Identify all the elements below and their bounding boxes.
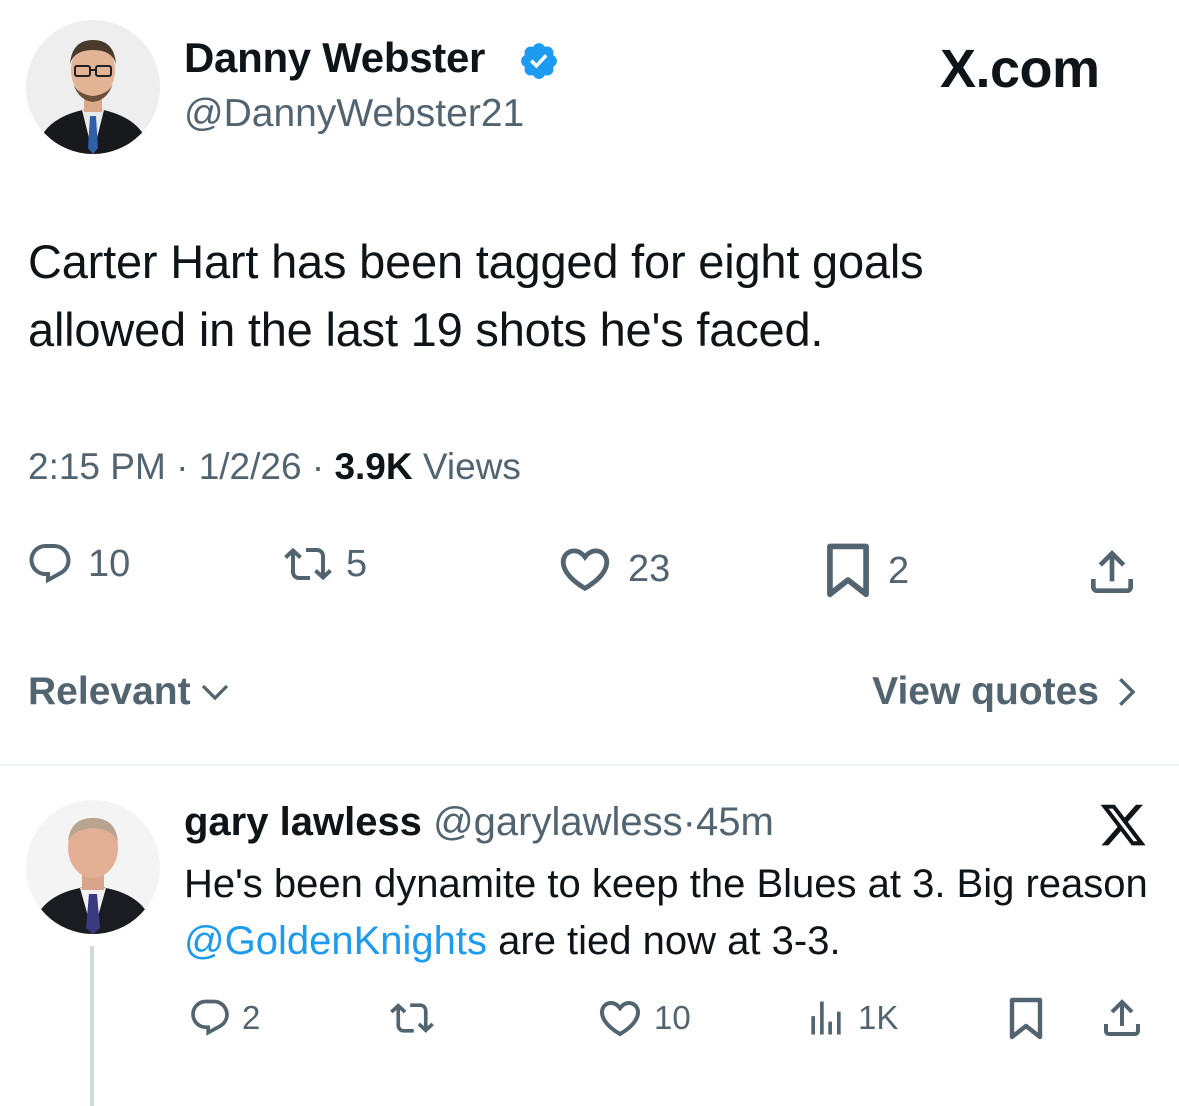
tweet-text-line: allowed in the last 19 shots he's faced. (28, 303, 824, 356)
reply-author-name[interactable]: gary lawless (184, 800, 422, 844)
reply-age[interactable]: 45m (696, 800, 774, 844)
repost-count: 5 (346, 542, 368, 585)
reply-bookmark-button[interactable] (1006, 994, 1046, 1044)
bookmark-button[interactable]: 2 (822, 540, 909, 602)
share-icon (1104, 999, 1140, 1036)
reply-reply-count: 2 (242, 999, 261, 1036)
reply-icon (191, 999, 229, 1036)
chevron-right-icon (1119, 678, 1136, 706)
view-quotes-link[interactable]: View quotes (872, 670, 1143, 714)
verified-badge-icon (518, 40, 560, 82)
reply-text: He's been dynamite to keep the Blues at … (184, 856, 1154, 970)
bookmark-icon (1009, 997, 1043, 1040)
reply-share-button[interactable] (1098, 994, 1146, 1042)
share-button[interactable] (1084, 544, 1140, 600)
like-icon (560, 548, 610, 592)
like-count: 23 (628, 547, 671, 590)
reply-icon (29, 544, 71, 584)
reply-reply-button[interactable]: 2 (188, 996, 260, 1040)
repost-icon (390, 1003, 434, 1033)
reply-text-part: He's been dynamite to keep the Blues at … (184, 862, 1148, 906)
reply-like-button[interactable]: 10 (596, 994, 691, 1042)
bookmark-count: 2 (888, 549, 910, 592)
like-button[interactable]: 23 (556, 540, 670, 598)
view-quotes-label: View quotes (872, 670, 1099, 713)
bookmark-icon (827, 543, 869, 598)
separator: · (176, 446, 189, 487)
reply-repost-button[interactable] (390, 996, 434, 1040)
sort-dropdown[interactable]: Relevant (28, 670, 233, 714)
repost-button[interactable]: 5 (284, 540, 367, 588)
thread-line (90, 946, 94, 1106)
reply-header: gary lawless @garylawless·45m (184, 800, 774, 845)
author-handle[interactable]: @DannyWebster21 (184, 92, 524, 136)
tweet-date[interactable]: 1/2/26 (199, 446, 302, 487)
tweet-time[interactable]: 2:15 PM (28, 446, 166, 487)
reply-like-count: 10 (654, 999, 691, 1036)
views-icon (811, 1001, 841, 1035)
reply-text-part: are tied now at 3-3. (487, 919, 841, 963)
share-icon (1091, 550, 1133, 593)
author-avatar[interactable] (26, 20, 160, 154)
sort-label: Relevant (28, 670, 191, 713)
tweet-text: Carter Hart has been tagged for eight go… (28, 228, 1148, 364)
tweet-meta: 2:15 PM · 1/2/26 · 3.9K Views (28, 446, 521, 488)
separator: · (311, 446, 325, 487)
divider (0, 764, 1179, 766)
x-logo-icon (1098, 800, 1148, 850)
reply-author-handle[interactable]: @garylawless (433, 800, 683, 844)
brand-watermark: X.com (940, 39, 1100, 99)
tweet-text-line: Carter Hart has been tagged for eight go… (28, 235, 924, 288)
reply-views-button[interactable]: 1K (804, 996, 898, 1040)
reply-views-count: 1K (858, 999, 899, 1036)
reply-author-avatar[interactable] (26, 800, 160, 934)
views-count: 3.9K (334, 446, 413, 487)
repost-icon (284, 547, 332, 581)
mention-link[interactable]: @GoldenKnights (184, 919, 487, 963)
separator: · (682, 800, 696, 844)
author-name[interactable]: Danny Webster (184, 34, 485, 82)
reply-count: 10 (88, 542, 131, 585)
views-label: Views (422, 446, 521, 487)
like-icon (599, 1001, 641, 1037)
reply-button[interactable]: 10 (26, 540, 130, 588)
chevron-down-icon (201, 684, 228, 701)
